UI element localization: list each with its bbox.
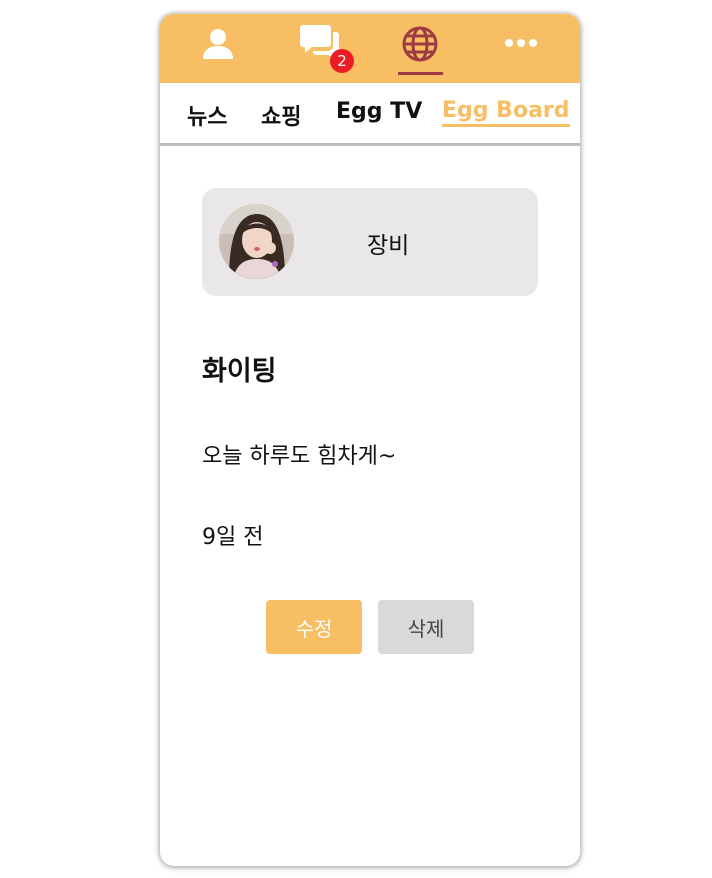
tab-egg-tv[interactable]: Egg TV <box>336 99 422 124</box>
active-tab-indicator <box>398 72 443 75</box>
category-tabs: 뉴스 쇼핑 Egg TV Egg Board <box>160 83 580 146</box>
avatar <box>219 204 294 279</box>
post-title: 화이팅 <box>202 356 277 387</box>
tab-shopping[interactable]: 쇼핑 <box>261 99 301 131</box>
notification-badge: 2 <box>330 49 354 73</box>
top-nav-bar: 2 <box>160 14 580 83</box>
post-timestamp: 9일 전 <box>202 525 264 550</box>
phone-frame: 2 뉴스 쇼핑 Egg TV Egg Board 장비 화이팅 오늘 하루도 힘… <box>160 14 580 866</box>
delete-button[interactable]: 삭제 <box>378 600 474 654</box>
post-body: 오늘 하루도 힘차게~ <box>202 444 397 469</box>
user-icon[interactable] <box>200 26 236 62</box>
author-name: 장비 <box>367 233 410 259</box>
tab-news[interactable]: 뉴스 <box>187 99 227 131</box>
edit-button[interactable]: 수정 <box>266 600 362 654</box>
author-card: 장비 <box>202 188 538 296</box>
tab-egg-board[interactable]: Egg Board <box>442 98 570 127</box>
globe-icon[interactable] <box>400 24 440 64</box>
more-icon[interactable] <box>504 32 538 54</box>
